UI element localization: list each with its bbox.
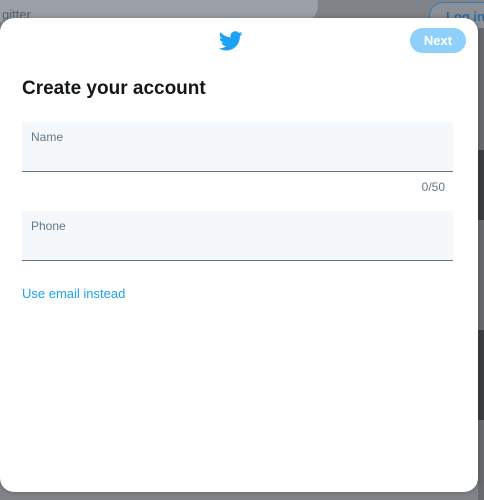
background-image-strip: [478, 150, 484, 220]
background-sidebar: [478, 28, 484, 500]
modal-header: Next: [0, 18, 478, 64]
signup-modal: Next Create your account Name 0/50 Phone…: [0, 18, 478, 492]
phone-field-label: Phone: [31, 219, 66, 233]
name-field-label: Name: [31, 130, 64, 144]
name-character-counter: 0/50: [421, 180, 445, 194]
name-input[interactable]: [30, 147, 444, 167]
phone-field[interactable]: Phone: [22, 211, 453, 261]
twitter-bird-icon: [219, 31, 243, 51]
name-field[interactable]: Name: [22, 122, 453, 172]
next-button[interactable]: Next: [410, 28, 466, 53]
use-email-instead-link[interactable]: Use email instead: [22, 286, 125, 301]
phone-input[interactable]: [30, 236, 444, 256]
page-title: Create your account: [22, 78, 206, 99]
background-image-strip: [478, 330, 484, 420]
